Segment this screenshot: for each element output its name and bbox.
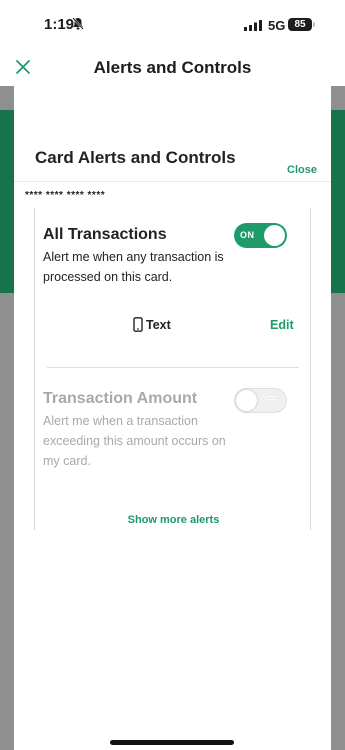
close-button[interactable]: Close bbox=[287, 164, 317, 176]
toggle-knob bbox=[264, 225, 285, 246]
cellular-signal-icon bbox=[244, 20, 262, 31]
status-time: 1:19 bbox=[44, 16, 75, 33]
page-title: Alerts and Controls bbox=[93, 58, 252, 77]
toggle-on-label: ON bbox=[240, 230, 255, 240]
edit-button[interactable]: Edit bbox=[270, 318, 294, 332]
alerts-panel: All Transactions Alert me when any trans… bbox=[34, 208, 311, 530]
show-more-alerts-button[interactable]: Show more alerts bbox=[35, 514, 312, 526]
background-card-left bbox=[0, 110, 14, 293]
top-header: Alerts and Controls bbox=[0, 48, 345, 86]
toggle-knob bbox=[236, 390, 257, 411]
phone-icon bbox=[133, 317, 143, 332]
transaction-amount-toggle[interactable]: OFF bbox=[234, 388, 287, 413]
home-indicator bbox=[110, 740, 234, 745]
all-transactions-description: Alert me when any transaction is process… bbox=[43, 250, 224, 284]
battery-tip bbox=[313, 22, 315, 27]
network-type: 5G bbox=[268, 18, 286, 33]
all-transactions-toggle[interactable]: ON bbox=[234, 223, 287, 248]
sheet-title: Card Alerts and Controls bbox=[35, 148, 236, 167]
bell-muted-icon bbox=[72, 17, 84, 30]
all-transactions-title: All Transactions bbox=[43, 226, 167, 243]
delivery-method-label: Text bbox=[146, 317, 171, 332]
transaction-amount-description: Alert me when a transaction exceeding th… bbox=[43, 414, 226, 468]
divider bbox=[14, 181, 331, 182]
toggle-off-label: OFF bbox=[260, 395, 278, 404]
transaction-amount-title: Transaction Amount bbox=[43, 390, 198, 407]
card-number: **** **** **** **** bbox=[25, 190, 106, 201]
divider bbox=[47, 367, 299, 368]
background-card-right bbox=[331, 110, 345, 293]
delivery-method: Text bbox=[133, 317, 171, 332]
battery-icon: 85 bbox=[288, 18, 312, 31]
alerts-sheet: Card Alerts and Controls Close **** ****… bbox=[14, 86, 331, 750]
status-bar: 1:19 5G 85 bbox=[0, 0, 345, 48]
